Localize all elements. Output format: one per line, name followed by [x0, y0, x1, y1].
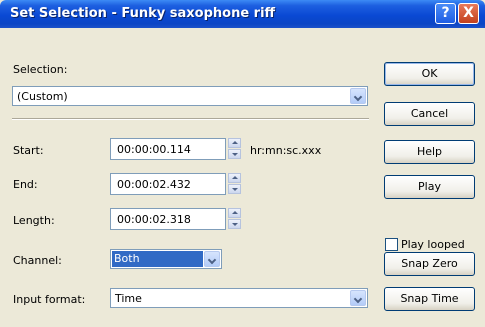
spin-up-icon[interactable]	[228, 138, 241, 148]
channel-value: Both	[112, 251, 203, 267]
play-looped-label[interactable]: Play looped	[401, 238, 465, 251]
spin-up-icon[interactable]	[228, 173, 241, 183]
channel-dropdown[interactable]: Both	[110, 249, 222, 269]
ok-button[interactable]: OK	[384, 62, 475, 86]
help-button[interactable]: Help	[384, 140, 475, 164]
dialog-title: Set Selection - Funky saxophone riff	[10, 6, 276, 21]
length-value: 00:00:02.318	[117, 213, 191, 226]
end-spinner[interactable]	[228, 173, 241, 195]
input-format-value: Time	[115, 292, 142, 305]
start-spinner[interactable]	[228, 138, 241, 160]
cancel-button[interactable]: Cancel	[384, 102, 475, 126]
spin-down-icon[interactable]	[228, 219, 241, 229]
start-field[interactable]: 00:00:00.114	[110, 138, 226, 160]
length-spinner[interactable]	[228, 208, 241, 230]
end-label: End:	[13, 178, 38, 191]
spin-up-icon[interactable]	[228, 208, 241, 218]
chevron-down-icon[interactable]	[350, 290, 366, 306]
chevron-down-icon[interactable]	[350, 88, 366, 104]
start-label: Start:	[13, 144, 44, 157]
chevron-down-icon[interactable]	[204, 251, 220, 267]
selection-value: (Custom)	[17, 90, 68, 103]
help-icon[interactable]: ?	[435, 3, 456, 24]
end-field[interactable]: 00:00:02.432	[110, 173, 226, 195]
end-value: 00:00:02.432	[117, 178, 191, 191]
title-bar[interactable]: Set Selection - Funky saxophone riff ? X	[0, 0, 485, 28]
snap-zero-button[interactable]: Snap Zero	[384, 252, 475, 276]
separator	[12, 118, 369, 120]
length-label: Length:	[13, 214, 55, 227]
length-field[interactable]: 00:00:02.318	[110, 208, 226, 230]
input-format-label: Input format:	[13, 293, 86, 306]
start-value: 00:00:00.114	[117, 143, 191, 156]
spin-down-icon[interactable]	[228, 184, 241, 194]
play-button[interactable]: Play	[384, 175, 475, 199]
selection-label: Selection:	[13, 63, 68, 76]
set-selection-dialog: Set Selection - Funky saxophone riff ? X…	[0, 0, 485, 327]
play-looped-checkbox[interactable]	[385, 238, 398, 251]
input-format-dropdown[interactable]: Time	[110, 288, 368, 308]
snap-time-button[interactable]: Snap Time	[384, 287, 475, 311]
time-format-hint: hr:mn:sc.xxx	[250, 144, 322, 157]
close-icon[interactable]: X	[458, 3, 479, 24]
channel-label: Channel:	[13, 254, 62, 267]
selection-dropdown[interactable]: (Custom)	[12, 86, 368, 106]
spin-down-icon[interactable]	[228, 149, 241, 159]
